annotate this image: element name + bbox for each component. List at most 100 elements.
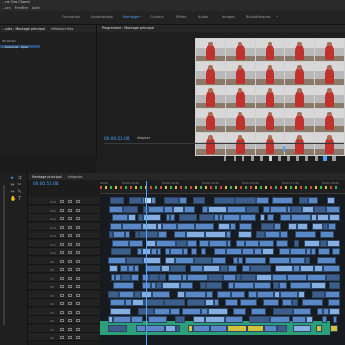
timeline-clip[interactable] [214, 299, 219, 306]
tracks-area[interactable] [100, 195, 345, 345]
track-toggle-icon[interactable] [76, 242, 80, 246]
timeline-clip[interactable] [146, 239, 156, 247]
timeline-clip[interactable] [298, 290, 305, 298]
track-header[interactable]: V14 [28, 214, 100, 222]
track-toggle-icon[interactable] [68, 225, 72, 229]
track-toggle-icon[interactable] [60, 208, 64, 212]
timeline-clip[interactable] [110, 307, 131, 315]
export-frame-icon[interactable] [315, 156, 318, 161]
timeline-clip[interactable] [323, 265, 340, 272]
workspace-tab-effets[interactable]: Effets [176, 15, 186, 19]
track-toggle-icon[interactable] [60, 242, 64, 246]
timeline-clip[interactable] [227, 205, 246, 213]
program-playhead[interactable] [283, 146, 285, 152]
track-toggle-icon[interactable] [60, 217, 64, 220]
timeline-clip[interactable] [214, 248, 226, 255]
track-toggle-icon[interactable] [68, 234, 72, 237]
timeline-clip[interactable] [136, 324, 146, 332]
timeline-clip[interactable] [170, 214, 175, 221]
timeline-clip[interactable] [112, 214, 128, 221]
track-toggle-icon[interactable] [76, 302, 80, 305]
timeline-clip[interactable] [177, 290, 185, 298]
timeline-clip[interactable] [329, 282, 340, 289]
timeline-clip[interactable] [311, 282, 326, 289]
timeline-clip[interactable] [287, 273, 307, 281]
timeline-clip[interactable] [110, 222, 122, 230]
timeline-clip[interactable] [314, 205, 326, 213]
timeline-clip[interactable] [113, 231, 125, 238]
track-header[interactable]: V10 [28, 248, 100, 256]
timeline-clip[interactable] [277, 324, 287, 332]
timeline-clip[interactable] [208, 273, 223, 281]
timeline-clip[interactable] [261, 222, 274, 230]
timeline-clip[interactable] [206, 290, 213, 298]
timeline-clip[interactable] [125, 299, 132, 306]
timeline-clip[interactable] [179, 197, 187, 204]
timeline-clip[interactable] [254, 282, 271, 289]
ripple-edit-tool-icon[interactable]: ⇹ [10, 183, 15, 188]
timeline-clip[interactable] [259, 239, 274, 247]
timeline-clip[interactable] [272, 273, 287, 281]
timeline-clip[interactable] [205, 316, 225, 323]
timeline-clip[interactable] [320, 231, 334, 238]
timeline-clip[interactable] [129, 239, 143, 247]
timeline-clip[interactable] [276, 239, 288, 247]
timeline-clip[interactable] [328, 299, 340, 306]
timeline-clip[interactable] [312, 222, 323, 230]
extract-icon[interactable] [305, 156, 308, 161]
timeline-clip[interactable] [186, 231, 205, 238]
timeline-clip[interactable] [210, 324, 227, 332]
track-header[interactable]: V1 [28, 324, 100, 333]
timeline-clip[interactable] [149, 273, 159, 281]
timeline-clip[interactable] [187, 273, 208, 281]
timeline-clip[interactable] [227, 239, 231, 247]
timeline-clip[interactable] [203, 265, 220, 272]
track-header[interactable]: V7 [28, 273, 100, 282]
timeline-clip[interactable] [226, 231, 231, 238]
timeline-clip[interactable] [109, 205, 123, 213]
timeline-clip[interactable] [174, 231, 186, 238]
comparison-view-icon[interactable] [323, 156, 327, 161]
timeline-clip[interactable] [290, 282, 311, 289]
timeline-clip[interactable] [164, 197, 179, 204]
workspace-tab-assemblage[interactable]: Assemblage [91, 15, 113, 19]
track-toggle-icon[interactable] [68, 319, 72, 322]
timeline-clip[interactable] [326, 205, 340, 213]
workspace-tab-formation[interactable]: Formation [62, 15, 80, 19]
timeline-clip[interactable] [269, 256, 290, 264]
timeline-clip[interactable] [165, 256, 175, 264]
step-forward-icon[interactable] [278, 156, 281, 161]
timeline-clip[interactable] [199, 239, 209, 247]
timeline-clip[interactable] [291, 214, 311, 221]
timeline-clip[interactable] [206, 282, 222, 289]
track-toggle-icon[interactable] [60, 259, 64, 263]
track-toggle-icon[interactable] [68, 200, 72, 203]
track-toggle-icon[interactable] [60, 302, 64, 305]
timeline-clip[interactable] [187, 239, 197, 247]
timeline-clip[interactable] [156, 239, 176, 247]
tab-integrale[interactable]: Intégrale [68, 175, 83, 179]
slip-tool-icon[interactable]: ↔ [10, 190, 15, 195]
timeline-clip[interactable] [193, 324, 210, 332]
timeline-clip[interactable] [225, 316, 243, 323]
timeline-clip[interactable] [273, 307, 293, 315]
track-toggle-icon[interactable] [60, 310, 64, 314]
timeline-clip[interactable] [170, 307, 180, 315]
timeline-clip[interactable] [183, 248, 188, 255]
timeline-clip[interactable] [330, 324, 338, 332]
timeline-clip[interactable] [238, 231, 252, 238]
timeline-clip[interactable] [256, 273, 272, 281]
workspace-tab-audio[interactable]: Audio [198, 15, 208, 19]
timeline-clip[interactable] [205, 231, 226, 238]
track-header[interactable]: V12 [28, 231, 100, 239]
timeline-clip[interactable] [325, 290, 340, 298]
track-toggle-icon[interactable] [76, 268, 80, 271]
timeline-clip[interactable] [121, 273, 131, 281]
timeline-clip[interactable] [251, 307, 266, 315]
track-toggle-icon[interactable] [68, 276, 72, 280]
timeline-clip[interactable] [113, 316, 131, 323]
timeline-clip[interactable] [227, 324, 247, 332]
timeline-clip[interactable] [256, 197, 269, 204]
timeline-clip[interactable] [220, 265, 228, 272]
timeline-clip[interactable] [214, 197, 235, 204]
